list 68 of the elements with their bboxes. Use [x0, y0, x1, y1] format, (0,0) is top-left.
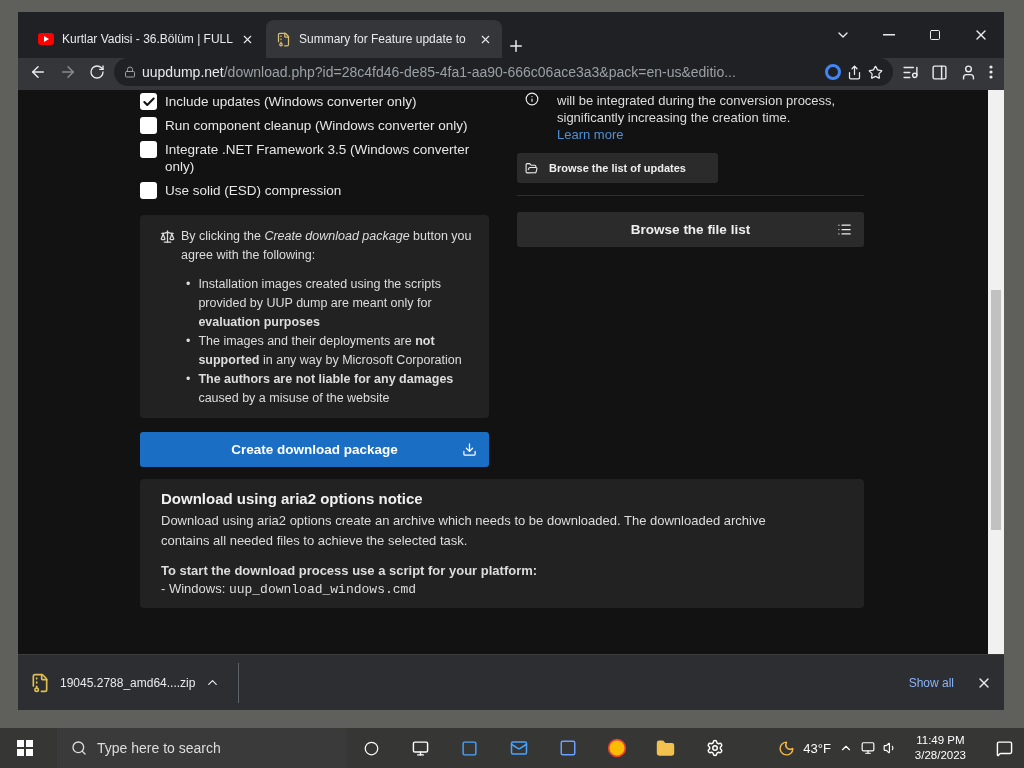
option-label: Integrate .NET Framework 3.5 (Windows converter only)	[165, 141, 471, 175]
maximize-icon	[929, 29, 941, 41]
menu-icon	[989, 65, 993, 79]
side-panel-icon	[931, 63, 948, 81]
download-icon	[462, 442, 477, 457]
agreement-item: The images and their deployments are not supported in any way by Microsoft Corporation	[198, 333, 463, 369]
tab-title: Kurtlar Vadisi - 36.Bölüm | FULL	[62, 32, 233, 46]
browser-tab[interactable]: Summary for Feature update to	[266, 20, 502, 58]
list-icon	[837, 222, 852, 237]
script-line: - Windows: uup_download_windows.cmd	[161, 581, 418, 598]
info-icon	[525, 92, 539, 106]
download-file-name[interactable]: 19045.2788_amd64....zip	[60, 675, 196, 690]
weather-icon	[778, 739, 796, 757]
video-icon	[38, 33, 54, 45]
mail-icon	[509, 739, 528, 757]
checkbox[interactable]	[140, 93, 157, 110]
create-download-package-button[interactable]: Create download package	[140, 432, 489, 467]
time-text: 11:49 PM	[916, 733, 965, 748]
bookmark-star-icon[interactable]	[868, 64, 883, 80]
minimize-icon	[883, 34, 895, 36]
person-icon	[960, 63, 977, 81]
address-bar[interactable]: uupdump.net/download.php?id=28c4fd46-de85-4fa1-aa90-666c06ace3a3&pack=en-us&editio...	[114, 58, 893, 86]
forward-arrow-icon	[59, 63, 77, 81]
weather-temperature: 43°F	[803, 740, 831, 756]
checkbox[interactable]	[140, 141, 157, 158]
search-placeholder: Type here to search	[97, 740, 221, 756]
notice-title: Download using aria2 options notice	[161, 489, 424, 509]
taskbar-search-field[interactable]: Type here to search	[57, 728, 347, 768]
bullet: •	[186, 276, 191, 293]
notice-text: Download using aria2 options create an archive which needs to be downloaded. The downloaded archive contains all needed files to achieve the selected task.	[161, 512, 767, 550]
option-label: Run component cleanup (Windows converter only)	[165, 117, 468, 134]
tab-title: Summary for Feature update to	[299, 32, 467, 46]
notice-subtitle: To start the download process use a script for your platform:	[161, 562, 539, 580]
zip-file-icon	[30, 672, 50, 693]
folder-icon	[525, 161, 538, 175]
windows-logo-icon	[16, 740, 33, 756]
message-icon	[995, 739, 1013, 757]
share-icon[interactable]	[847, 64, 862, 80]
circle-icon	[364, 740, 379, 756]
agreement-text: By clicking the Create download package button you agree with the following:	[181, 228, 473, 264]
scales-icon	[160, 229, 175, 244]
lock-icon	[124, 66, 136, 78]
agreement-item: The authors are not liable for any damages caused by a misuse of the website	[198, 371, 455, 407]
option-label: Use solid (ESD) compression	[165, 182, 342, 199]
document-icon	[276, 31, 291, 47]
network-icon[interactable]	[860, 741, 875, 755]
learn-more-link[interactable]: Learn more	[557, 127, 624, 142]
check-icon	[141, 94, 156, 109]
scrollbar[interactable]	[988, 90, 1004, 654]
plus-icon	[507, 37, 525, 55]
browse-updates-button[interactable]: Browse the list of updates	[517, 153, 718, 183]
bullet: •	[186, 371, 191, 388]
bullet: •	[186, 333, 191, 350]
clock[interactable]: 11:49 PM 3/28/2023	[904, 733, 976, 763]
checkbox[interactable]	[140, 182, 157, 199]
date-text: 3/28/2023	[914, 748, 966, 763]
settings-icon	[705, 739, 724, 757]
show-all-button[interactable]: Show all	[896, 669, 966, 696]
reload-icon	[89, 64, 105, 80]
option-label: Include updates (Windows converter only)	[165, 93, 417, 110]
search-icon	[71, 740, 87, 756]
browser-tab[interactable]: Kurtlar Vadisi - 36.Bölüm | FULL	[28, 20, 264, 58]
checkbox[interactable]	[140, 117, 157, 134]
info-text: will be integrated during the conversion process, significantly increasing the creation time. Learn more	[557, 92, 837, 143]
url-text: uupdump.net/download.php?id=28c4fd46-de85-4fa1-aa90-666c06ace3a3&pack=en-us&editio...	[142, 64, 736, 80]
folder-icon	[656, 738, 675, 758]
browse-file-list-button[interactable]: Browse the file list	[517, 212, 864, 247]
google-icon[interactable]	[825, 64, 841, 80]
